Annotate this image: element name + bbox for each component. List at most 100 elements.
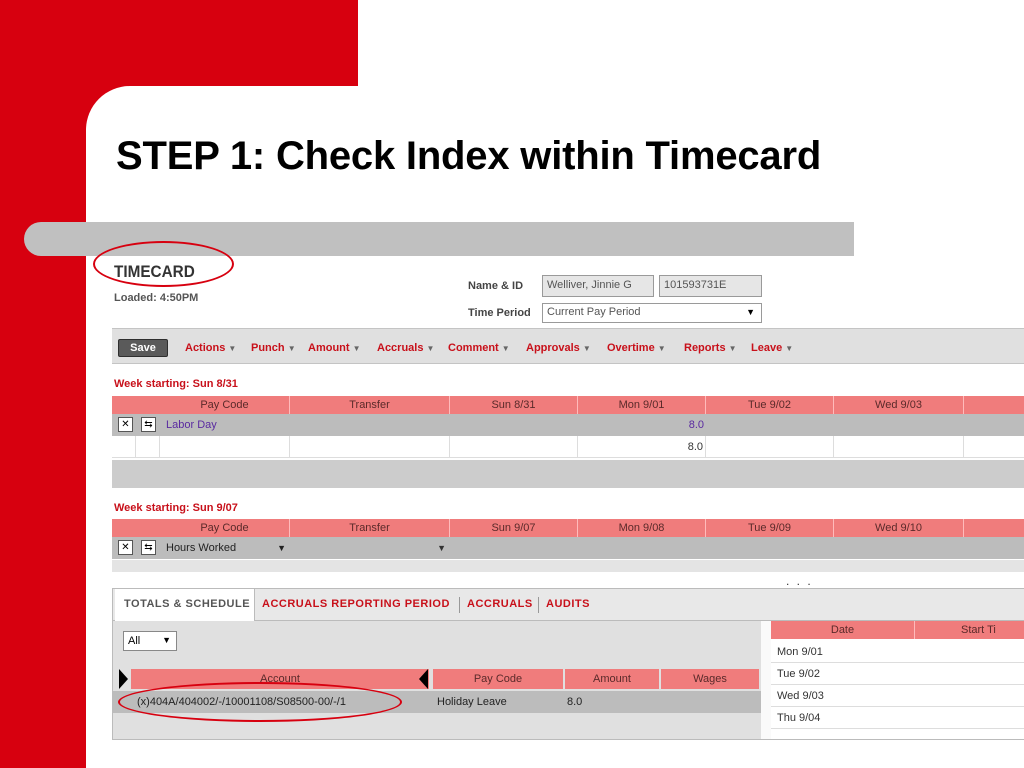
account-highlight-oval — [118, 682, 402, 722]
menu-actions[interactable]: Actions ▼ — [185, 342, 236, 354]
schedule-section: Date Start Ti Mon 9/01 Tue 9/02 Wed 9/03… — [771, 621, 1024, 739]
col-pay-code: Pay Code — [433, 669, 563, 689]
tab-accruals[interactable]: ACCRUALS — [467, 598, 533, 610]
week1-header-row: Pay Code Transfer Sun 8/31 Mon 9/01 Tue … — [112, 396, 1024, 414]
name-id-label: Name & ID — [468, 280, 524, 292]
empty-cell — [450, 436, 578, 457]
menu-comment[interactable]: Comment ▼ — [448, 342, 510, 354]
pay-code-select[interactable]: Hours Worked ▼ — [166, 537, 290, 559]
scroll-right-icon[interactable] — [119, 669, 128, 689]
employee-id-field[interactable]: 101593731E — [659, 275, 762, 297]
transfer-select[interactable]: ▼ — [290, 537, 450, 559]
col-date: Date — [771, 621, 915, 639]
chevron-down-icon: ▼ — [657, 344, 666, 353]
col-day: Tue 9/09 — [706, 519, 834, 537]
menu-accruals-label: Accruals — [377, 342, 424, 354]
menu-punch[interactable]: Punch ▼ — [251, 342, 296, 354]
slide-title: STEP 1: Check Index within Timecard — [116, 134, 822, 178]
transfer-icon[interactable]: ⇆ — [141, 417, 156, 432]
chevron-down-icon: ▼ — [352, 344, 361, 353]
dropdown-arrow-icon: ▼ — [437, 543, 446, 553]
menu-amount-label: Amount — [308, 342, 350, 354]
empty-cell — [160, 436, 290, 457]
pay-code-cell: Holiday Leave — [437, 696, 507, 708]
col-day: Tue 9/02 — [706, 396, 834, 414]
tab-bar: TOTALS & SCHEDULE ACCRUALS REPORTING PER… — [113, 589, 1024, 621]
week2-label: Week starting: Sun 9/07 — [114, 502, 238, 514]
empty-cell — [706, 436, 834, 457]
menu-amount[interactable]: Amount ▼ — [308, 342, 361, 354]
filter-value: All — [128, 635, 141, 647]
menu-reports[interactable]: Reports ▼ — [684, 342, 737, 354]
tab-totals-schedule[interactable]: TOTALS & SCHEDULE — [115, 589, 255, 621]
chevron-down-icon: ▼ — [426, 344, 435, 353]
week-separator — [112, 460, 1024, 488]
total-cell: 8.0 — [578, 436, 706, 457]
menu-punch-label: Punch — [251, 342, 285, 354]
scroll-left-icon[interactable] — [419, 669, 428, 689]
list-item[interactable]: Tue 9/02 — [771, 663, 1024, 685]
tab-accruals-reporting-period[interactable]: ACCRUALS REPORTING PERIOD — [262, 598, 450, 610]
col-day: Sun 9/07 — [450, 519, 578, 537]
filter-select[interactable]: All ▼ — [123, 631, 177, 651]
tab-separator — [538, 597, 539, 613]
time-period-label: Time Period — [468, 307, 531, 319]
menu-leave-label: Leave — [751, 342, 783, 354]
menu-overtime[interactable]: Overtime ▼ — [607, 342, 666, 354]
table-row: 8.0 — [112, 436, 1024, 458]
empty-cell — [112, 436, 136, 457]
col-day: Wed 9/10 — [834, 519, 964, 537]
chevron-down-icon: ▼ — [728, 344, 737, 353]
table-row[interactable]: ✕ ⇆ Labor Day 8.0 — [112, 414, 1024, 436]
chevron-down-icon: ▼ — [501, 344, 510, 353]
dropdown-arrow-icon: ▼ — [746, 307, 755, 317]
save-button[interactable]: Save — [118, 339, 168, 357]
menu-approvals-label: Approvals — [526, 342, 580, 354]
menu-overtime-label: Overtime — [607, 342, 655, 354]
chevron-down-icon: ▼ — [287, 344, 296, 353]
delete-x-icon[interactable]: ✕ — [118, 540, 133, 555]
list-item[interactable]: Thu 9/04 — [771, 707, 1024, 729]
empty-cell — [136, 436, 160, 457]
amount-cell: 8.0 — [567, 696, 583, 708]
list-item[interactable]: Mon 9/01 — [771, 641, 1024, 663]
empty-cell — [290, 436, 450, 457]
transfer-icon[interactable]: ⇆ — [141, 540, 156, 555]
week2-header-row: Pay Code Transfer Sun 9/07 Mon 9/08 Tue … — [112, 519, 1024, 537]
totals-section: All ▼ Account Pay Code Amount Wages (x)4… — [113, 621, 761, 739]
col-transfer: Transfer — [290, 519, 450, 537]
pay-code-cell[interactable]: Labor Day — [166, 414, 290, 436]
dropdown-arrow-icon: ▼ — [277, 543, 286, 553]
pay-code-value: Hours Worked — [166, 542, 237, 554]
menu-reports-label: Reports — [684, 342, 726, 354]
loaded-time: Loaded: 4:50PM — [114, 292, 199, 304]
menu-leave[interactable]: Leave ▼ — [751, 342, 793, 354]
amount-cell[interactable]: 8.0 — [578, 414, 706, 436]
time-period-value: Current Pay Period — [547, 306, 641, 318]
menu-approvals[interactable]: Approvals ▼ — [526, 342, 591, 354]
col-amount: Amount — [565, 669, 659, 689]
timecard-screenshot: TIMECARD Loaded: 4:50PM Name & ID Welliv… — [110, 256, 1024, 756]
col-wages: Wages — [661, 669, 759, 689]
delete-x-icon[interactable]: ✕ — [118, 417, 133, 432]
list-item[interactable]: Wed 9/03 — [771, 685, 1024, 707]
tab-audits[interactable]: AUDITS — [546, 598, 590, 610]
employee-name-field[interactable]: Welliver, Jinnie G — [542, 275, 654, 297]
timecard-highlight-oval — [93, 241, 234, 287]
col-start-time: Start Ti — [915, 621, 1024, 639]
col-pay-code: Pay Code — [160, 519, 290, 537]
dropdown-arrow-icon: ▼ — [162, 635, 171, 645]
col-pay-code: Pay Code — [160, 396, 290, 414]
table-row[interactable]: ✕ ⇆ Hours Worked ▼ ▼ — [112, 537, 1024, 559]
menu-comment-label: Comment — [448, 342, 499, 354]
tab-separator — [459, 597, 460, 613]
week1-label: Week starting: Sun 8/31 — [114, 378, 238, 390]
ellipsis-indicator: . . . — [786, 574, 813, 588]
chevron-down-icon: ▼ — [582, 344, 591, 353]
col-day: Mon 9/01 — [578, 396, 706, 414]
time-period-select[interactable]: Current Pay Period ▼ — [542, 303, 762, 323]
table-bottom — [112, 560, 1024, 572]
menu-accruals[interactable]: Accruals ▼ — [377, 342, 434, 354]
timecard-toolbar: Save Actions ▼ Punch ▼ Amount ▼ Accruals… — [112, 328, 1024, 364]
chevron-down-icon: ▼ — [228, 344, 237, 353]
